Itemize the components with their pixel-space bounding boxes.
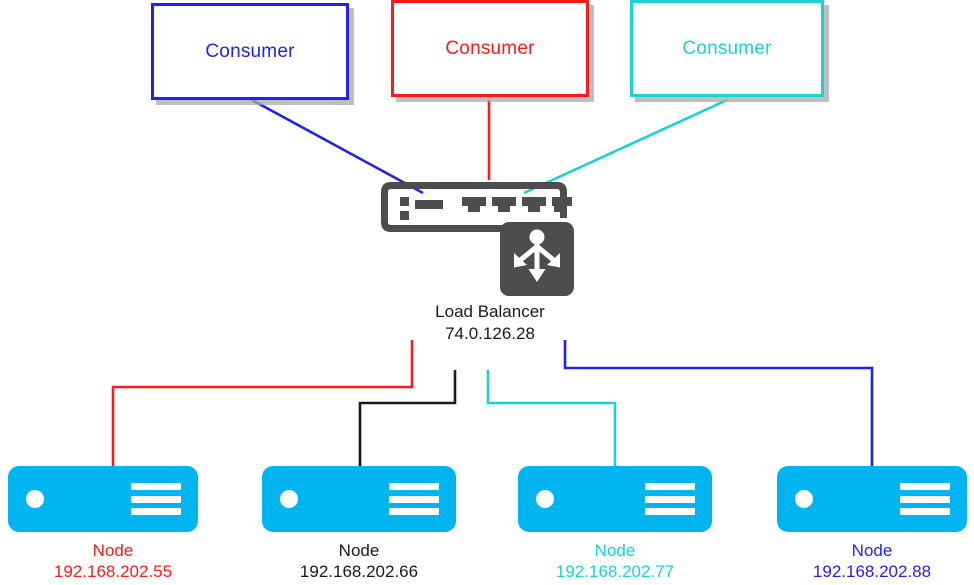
consumer-label-2: Consumer	[445, 37, 535, 59]
consumer-box-1[interactable]: Consumer	[151, 3, 349, 100]
node-name-1: Node	[92, 541, 134, 560]
node-ip-3: 192.168.202.77	[555, 562, 675, 582]
load-balancer-ip: 74.0.126.28	[445, 324, 535, 344]
load-balancer-device[interactable]	[374, 178, 590, 296]
node-status-dot-3	[536, 490, 554, 508]
node-name-3: Node	[594, 541, 636, 560]
node-ip-2: 192.168.202.66	[299, 562, 419, 582]
node-bars-4	[900, 483, 950, 515]
consumer-box-2[interactable]: Consumer	[391, 0, 589, 97]
node-ip-4: 192.168.202.88	[812, 562, 932, 582]
server-node-icon-3[interactable]	[518, 466, 712, 532]
network-topology-diagram: Consumer Consumer Consumer Load Balancer…	[0, 0, 974, 585]
node-status-dot-4	[795, 490, 813, 508]
load-balancer-name: Load Balancer	[435, 302, 545, 321]
node-status-dot-2	[280, 490, 298, 508]
server-node-icon-1[interactable]	[8, 466, 198, 532]
server-node-icon-2[interactable]	[262, 466, 456, 532]
wire-loadbalancer-to-node1	[111, 340, 414, 466]
load-balancer-arrows-icon	[500, 222, 574, 296]
node-bars-3	[645, 483, 695, 515]
wire-loadbalancer-to-node3	[486, 370, 617, 466]
wire-loadbalancer-to-node4	[563, 340, 874, 466]
node-name-4: Node	[851, 541, 893, 560]
consumer-label-3: Consumer	[682, 37, 772, 59]
node-bars-2	[389, 483, 439, 515]
consumer-box-3[interactable]: Consumer	[630, 0, 824, 97]
node-ip-1: 192.168.202.55	[53, 562, 173, 582]
wire-loadbalancer-to-node2	[358, 370, 457, 466]
load-balancer-caption: Load Balancer 74.0.126.28	[372, 301, 608, 345]
node-caption-1: Node 192.168.202.55	[0, 540, 228, 583]
node-status-dot-1	[26, 490, 44, 508]
node-caption-2: Node 192.168.202.66	[244, 540, 474, 583]
node-bars-1	[131, 483, 181, 515]
node-caption-3: Node 192.168.202.77	[500, 540, 730, 583]
node-caption-4: Node 192.168.202.88	[757, 540, 974, 583]
server-node-icon-4[interactable]	[777, 466, 967, 532]
consumer-label-1: Consumer	[205, 40, 295, 62]
node-name-2: Node	[338, 541, 380, 560]
